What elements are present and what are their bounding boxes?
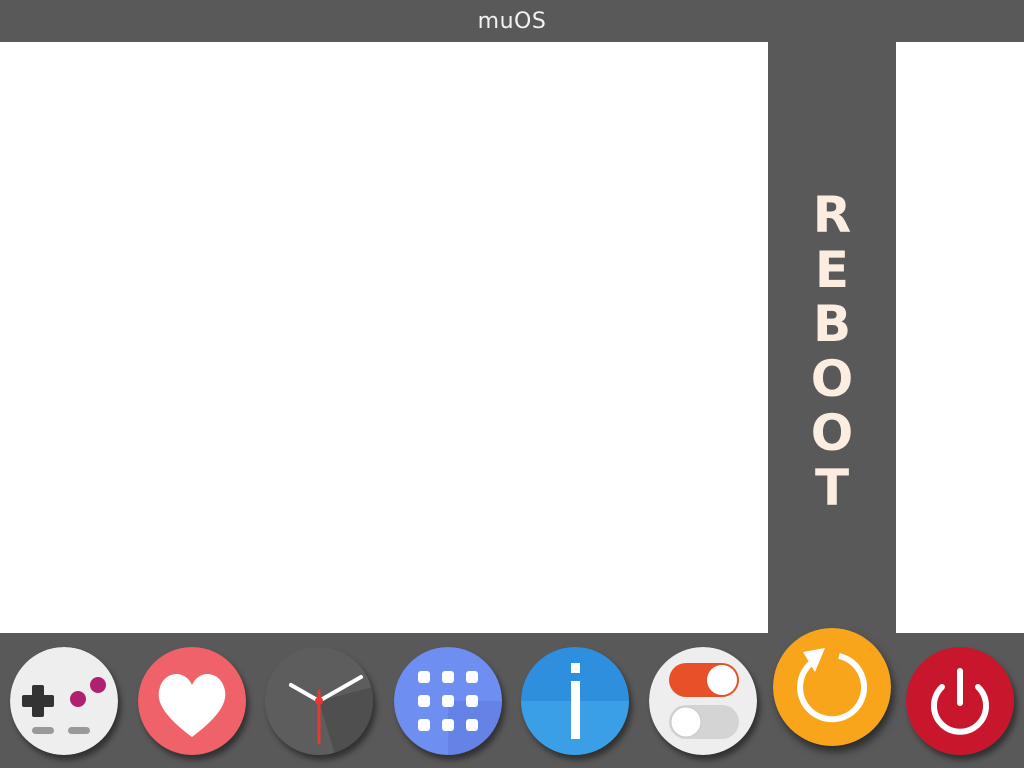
top-bar: muOS [0,0,1024,42]
dock-item-apps[interactable] [394,647,502,755]
label-letter: R [812,186,852,244]
app-title: muOS [477,8,547,34]
dock-item-info[interactable] [521,647,629,755]
dock [0,628,1024,768]
reboot-icon [773,628,891,746]
dock-item-history[interactable] [265,647,373,755]
toggles-icon [649,647,757,755]
dock-item-favourites[interactable] [138,647,246,755]
dock-item-shutdown[interactable] [906,647,1014,755]
content-area [0,42,768,633]
label-letter: O [810,404,854,462]
label-letter: T [814,458,850,517]
selected-item-panel: R E B O O T [768,42,896,633]
label-letter: E [814,240,850,299]
apps-grid-icon [394,647,502,755]
dock-item-reboot[interactable] [773,628,891,746]
power-icon [906,647,1014,755]
gamepad-icon [10,647,118,755]
label-letter: O [810,349,854,408]
preview-area [896,42,1024,633]
selected-item-label: R E B O O T [768,188,896,515]
dock-item-config[interactable] [649,647,757,755]
label-letter: B [812,295,852,353]
heart-icon [138,647,246,755]
clock-icon [265,647,373,755]
dock-item-games[interactable] [10,647,118,755]
info-icon [521,647,629,755]
